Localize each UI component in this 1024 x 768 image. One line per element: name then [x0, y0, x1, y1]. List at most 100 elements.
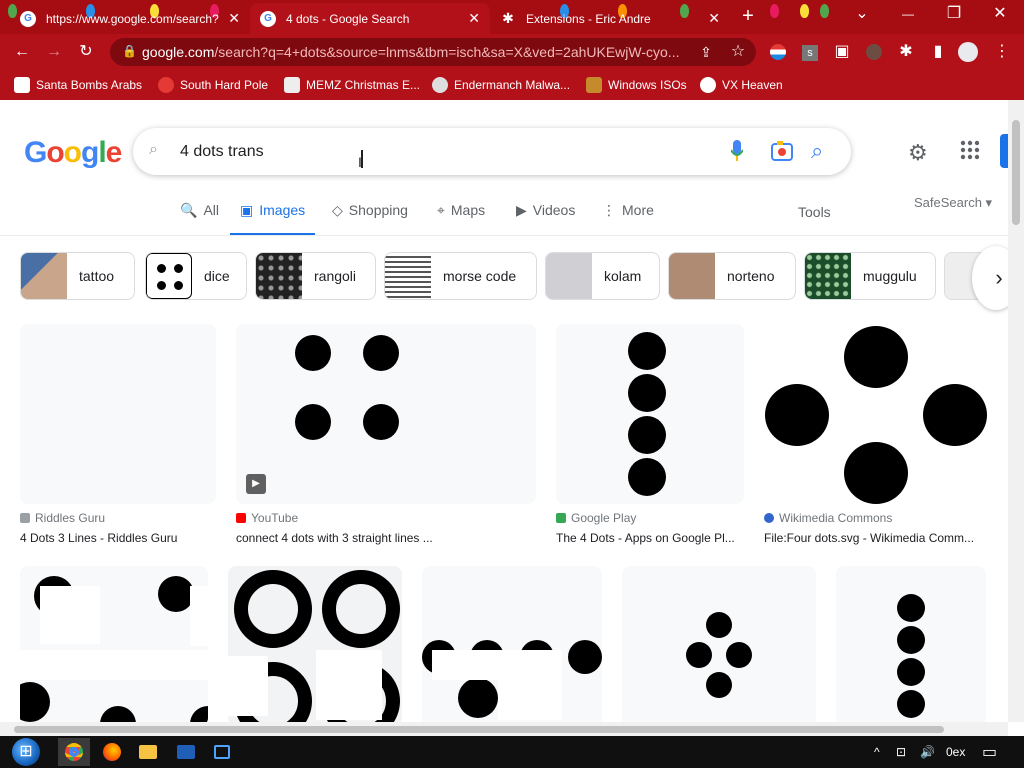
- horizontal-scrollbar[interactable]: [0, 722, 1008, 736]
- bookmark-favicon-icon: [586, 77, 602, 93]
- chip-kolam[interactable]: kolam: [545, 252, 660, 300]
- forward-button[interactable]: →: [44, 42, 64, 62]
- search-submit-icon[interactable]: ⌕: [811, 138, 823, 164]
- search-input[interactable]: [180, 140, 700, 164]
- chip-morse-code[interactable]: morse code: [384, 252, 537, 300]
- result-title[interactable]: The 4 Dots - Apps on Google Pl...: [556, 531, 744, 545]
- google-favicon-icon: G: [260, 10, 276, 27]
- tab-search-button[interactable]: ⌄: [852, 4, 872, 24]
- logo-letter: o: [46, 136, 64, 169]
- back-button[interactable]: ←: [12, 42, 32, 62]
- result-source[interactable]: Wikimedia Commons: [764, 511, 892, 525]
- taskbar-app[interactable]: [206, 738, 238, 766]
- tab-label: Shopping: [348, 202, 408, 218]
- tray-clock[interactable]: 0ex: [946, 736, 965, 768]
- tools-button[interactable]: Tools: [798, 204, 831, 238]
- chip-thumbnail: [385, 253, 431, 299]
- window-close-button[interactable]: ✕: [990, 4, 1010, 24]
- taskbar-chrome[interactable]: [58, 738, 90, 766]
- chip-norteno[interactable]: norteno: [668, 252, 796, 300]
- image-result-thumbnail[interactable]: [622, 566, 816, 726]
- result-title[interactable]: 4 Dots 3 Lines - Riddles Guru: [20, 531, 216, 545]
- vertical-scroll-thumb[interactable]: [1012, 120, 1020, 225]
- result-title[interactable]: connect 4 dots with 3 straight lines ...: [236, 531, 536, 545]
- image-result-thumbnail[interactable]: [20, 566, 208, 726]
- microphone-icon[interactable]: [730, 140, 744, 162]
- extension-flag-icon[interactable]: [768, 42, 788, 62]
- tab-maps[interactable]: ⌖ Maps: [437, 202, 485, 236]
- result-thumbnail[interactable]: [20, 324, 216, 504]
- search-box[interactable]: ⌕ ⌕: [133, 128, 851, 175]
- extension-box-icon[interactable]: ▣: [832, 42, 852, 62]
- chip-rangoli[interactable]: rangoli: [255, 252, 376, 300]
- tab-close-icon[interactable]: ✕: [228, 10, 240, 27]
- tab-extensions[interactable]: ✱ Extensions - Eric Andre ✕: [490, 3, 730, 34]
- tab-close-icon[interactable]: ✕: [708, 10, 720, 27]
- chip-tattoo[interactable]: tattoo: [20, 252, 135, 300]
- camera-lens-icon[interactable]: [771, 141, 793, 161]
- result-thumbnail[interactable]: [556, 324, 744, 504]
- start-button[interactable]: ⊞: [6, 738, 46, 766]
- tab-google-search-url[interactable]: G https://www.google.com/search? ✕: [10, 3, 250, 34]
- profile-avatar-icon[interactable]: [958, 42, 978, 62]
- tab-close-icon[interactable]: ✕: [468, 10, 480, 27]
- notification-center-icon[interactable]: ▭: [982, 736, 997, 768]
- map-pin-icon: ⌖: [437, 202, 445, 218]
- bookmark-item[interactable]: South Hard Pole: [158, 70, 268, 100]
- tab-more[interactable]: ⋮ More: [602, 202, 654, 236]
- image-result-thumbnail[interactable]: [422, 566, 602, 726]
- result-thumbnail[interactable]: ▶: [236, 324, 536, 504]
- bookmark-star-icon[interactable]: ☆: [728, 42, 748, 62]
- chip-label: norteno: [727, 268, 775, 284]
- volume-icon[interactable]: 🔊: [920, 736, 935, 768]
- chip-dice[interactable]: dice: [145, 252, 247, 300]
- tray-show-hidden-icon[interactable]: ^: [874, 736, 880, 768]
- bookmark-item[interactable]: Endermanch Malwa...: [432, 70, 570, 100]
- address-bar[interactable]: 🔒 google.com/search?q=4+dots&source=lnms…: [110, 38, 756, 66]
- lock-icon[interactable]: 🔒: [122, 44, 137, 58]
- network-icon[interactable]: ⊡: [896, 736, 906, 768]
- safesearch-toggle[interactable]: SafeSearch ▾: [914, 195, 992, 211]
- horizontal-scroll-thumb[interactable]: [14, 726, 944, 733]
- puzzle-icon: ✱: [502, 10, 514, 26]
- reload-button[interactable]: ↻: [76, 42, 96, 62]
- tab-videos[interactable]: ▶ Videos: [516, 202, 575, 236]
- share-icon[interactable]: ⇪: [696, 42, 716, 62]
- tab-images[interactable]: ▣ Images: [230, 202, 316, 236]
- settings-gear-icon[interactable]: ⚙: [908, 140, 932, 165]
- logo-letter: g: [81, 136, 99, 169]
- google-favicon-icon: G: [20, 10, 36, 27]
- result-title[interactable]: File:Four dots.svg - Wikimedia Comm...: [764, 531, 988, 545]
- extension-s-icon[interactable]: s: [800, 42, 820, 62]
- restore-button[interactable]: ❐: [944, 4, 964, 24]
- apps-grid-icon[interactable]: [960, 140, 984, 164]
- chip-muggulu[interactable]: muggulu: [804, 252, 936, 300]
- new-tab-button[interactable]: +: [738, 6, 758, 26]
- result-source[interactable]: YouTube: [236, 511, 298, 525]
- google-logo[interactable]: Google: [24, 136, 122, 170]
- extension-avatar-icon[interactable]: [864, 42, 884, 62]
- image-icon: ▣: [240, 202, 254, 218]
- taskbar-firefox[interactable]: [96, 738, 128, 766]
- taskbar-file-explorer[interactable]: [132, 738, 164, 766]
- taskbar-powershell[interactable]: [170, 738, 202, 766]
- bookmark-item[interactable]: Windows ISOs: [586, 70, 687, 100]
- image-result-thumbnail[interactable]: [228, 566, 402, 726]
- play-icon: ▶: [516, 202, 527, 218]
- bookmark-item[interactable]: MEMZ Christmas E...: [284, 70, 420, 100]
- browser-menu-icon[interactable]: ⋮: [992, 42, 1012, 62]
- result-source[interactable]: Riddles Guru: [20, 511, 105, 525]
- minimize-button[interactable]: —: [898, 4, 918, 24]
- sign-in-button[interactable]: [1000, 134, 1008, 168]
- image-result-thumbnail[interactable]: [836, 566, 986, 726]
- tab-shopping[interactable]: ◇ Shopping: [332, 202, 408, 236]
- tab-all[interactable]: 🔍 All: [180, 202, 219, 236]
- bookmark-item[interactable]: VX Heaven: [700, 70, 783, 100]
- result-source[interactable]: Google Play: [556, 511, 636, 525]
- tab-4-dots[interactable]: G 4 dots - Google Search ✕: [250, 3, 490, 34]
- extensions-puzzle-icon[interactable]: ✱: [896, 42, 916, 62]
- bookmark-item[interactable]: Santa Bombs Arabs: [14, 70, 142, 100]
- vertical-scrollbar[interactable]: [1008, 100, 1024, 722]
- result-thumbnail[interactable]: [764, 324, 988, 504]
- side-panel-icon[interactable]: ▮: [928, 42, 948, 62]
